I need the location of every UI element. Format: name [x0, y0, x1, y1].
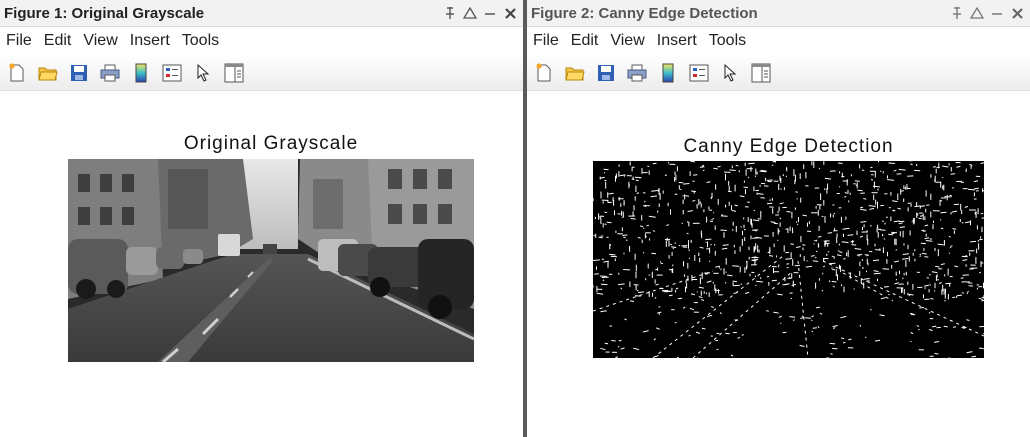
- menu-view[interactable]: View: [77, 27, 123, 55]
- menu-view[interactable]: View: [604, 27, 650, 55]
- axes-title: Original Grayscale: [183, 133, 359, 154]
- menu-tools[interactable]: Tools: [176, 27, 225, 55]
- new-figure-icon[interactable]: [6, 62, 27, 83]
- new-figure-icon[interactable]: [533, 62, 554, 83]
- print-icon[interactable]: [626, 62, 647, 83]
- menu-bar: File Edit View Insert Tools: [0, 27, 523, 55]
- pin-icon[interactable]: [950, 5, 964, 21]
- window-titlebar[interactable]: Figure 1: Original Grayscale: [0, 0, 523, 27]
- menu-bar: File Edit View Insert Tools: [527, 27, 1030, 55]
- open-file-icon[interactable]: [564, 62, 585, 83]
- property-editor-icon[interactable]: [750, 62, 771, 83]
- close-icon[interactable]: [1010, 5, 1024, 21]
- print-icon[interactable]: [99, 62, 120, 83]
- window-controls: [443, 5, 517, 21]
- dock-icon[interactable]: [970, 5, 984, 21]
- menu-file[interactable]: File: [0, 27, 38, 55]
- close-icon[interactable]: [503, 5, 517, 21]
- property-editor-icon[interactable]: [223, 62, 244, 83]
- window-titlebar[interactable]: Figure 2: Canny Edge Detection: [527, 0, 1030, 27]
- legend-icon[interactable]: [161, 62, 182, 83]
- window-controls: [950, 5, 1024, 21]
- menu-file[interactable]: File: [527, 27, 565, 55]
- menu-edit[interactable]: Edit: [565, 27, 605, 55]
- edge-map-image[interactable]: [593, 161, 984, 358]
- window-title: Figure 2: Canny Edge Detection: [531, 4, 758, 22]
- pointer-icon[interactable]: [192, 62, 213, 83]
- colorbar-icon[interactable]: [657, 62, 678, 83]
- save-icon[interactable]: [595, 62, 616, 83]
- open-file-icon[interactable]: [37, 62, 58, 83]
- minimize-icon[interactable]: [990, 5, 1004, 21]
- menu-edit[interactable]: Edit: [38, 27, 78, 55]
- legend-icon[interactable]: [688, 62, 709, 83]
- figure-toolbar: [527, 55, 1030, 91]
- menu-insert[interactable]: Insert: [124, 27, 176, 55]
- pin-icon[interactable]: [443, 5, 457, 21]
- grayscale-image[interactable]: [68, 159, 474, 362]
- menu-insert[interactable]: Insert: [651, 27, 703, 55]
- minimize-icon[interactable]: [483, 5, 497, 21]
- window-title: Figure 1: Original Grayscale: [4, 4, 205, 22]
- figure-window-1: Figure 1: Original Grayscale File Edit V…: [0, 0, 523, 437]
- colorbar-icon[interactable]: [130, 62, 151, 83]
- dock-icon[interactable]: [463, 5, 477, 21]
- figure-toolbar: [0, 55, 523, 91]
- pointer-icon[interactable]: [719, 62, 740, 83]
- axes-title: Canny Edge Detection: [683, 136, 894, 157]
- menu-tools[interactable]: Tools: [703, 27, 752, 55]
- figure-window-2: Figure 2: Canny Edge Detection File Edit…: [527, 0, 1030, 437]
- save-icon[interactable]: [68, 62, 89, 83]
